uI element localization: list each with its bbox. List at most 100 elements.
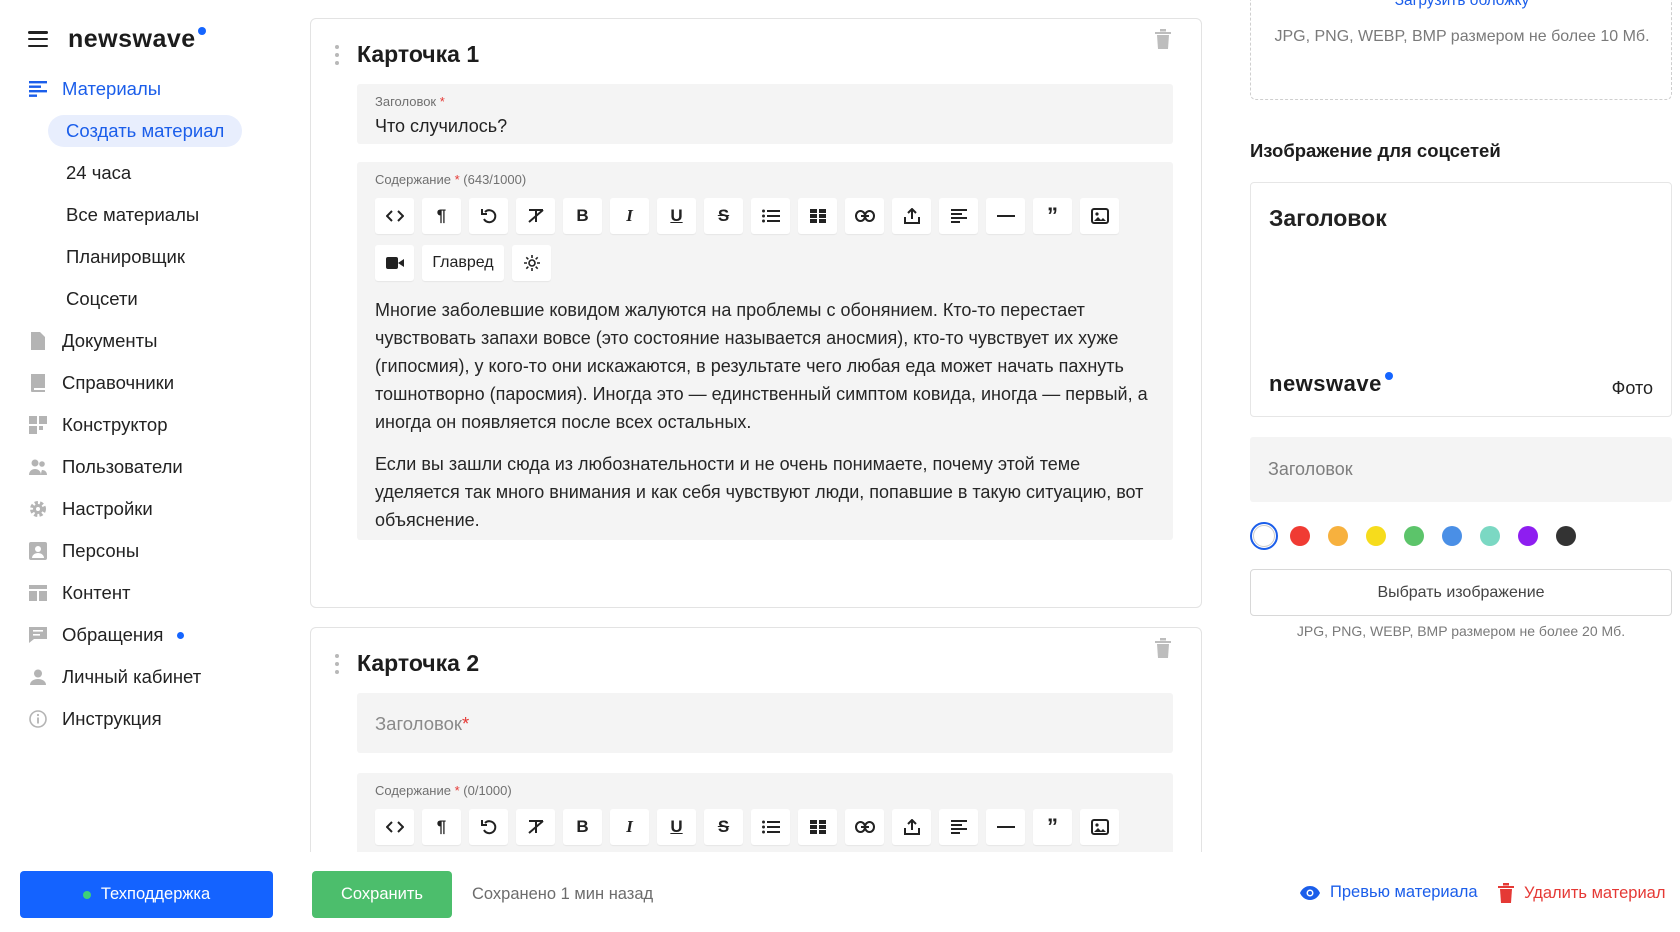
color-swatch[interactable] (1250, 522, 1278, 550)
align-left-icon[interactable] (939, 809, 978, 845)
color-swatch[interactable] (1480, 526, 1500, 546)
bullet-list-icon[interactable] (751, 198, 790, 234)
sidebar-item-label: Обращения (62, 624, 164, 645)
sidebar-item-persons[interactable]: Персоны (28, 530, 268, 572)
paragraph-icon[interactable]: ¶ (422, 809, 461, 845)
sidebar-item-settings[interactable]: Настройки (28, 488, 268, 530)
sun-icon[interactable] (512, 245, 551, 281)
sidebar-subitem-planner[interactable]: Планировщик (28, 236, 268, 278)
trash-icon (1498, 883, 1514, 903)
underline-icon[interactable]: U (657, 198, 696, 234)
sidebar-item-label: Личный кабинет (62, 666, 202, 687)
clear-format-icon[interactable] (516, 198, 555, 234)
logo-row: newswave (28, 24, 206, 54)
heading-field[interactable]: Заголовок* (357, 693, 1173, 753)
sidebar-subitem-all[interactable]: Все материалы (28, 194, 268, 236)
logo[interactable]: newswave (68, 25, 206, 54)
sidebar-subitem-social[interactable]: Соцсети (28, 278, 268, 320)
book-icon (28, 373, 48, 393)
bullet-list-icon[interactable] (751, 809, 790, 845)
bold-icon[interactable]: B (563, 809, 602, 845)
glavred-button[interactable]: Главред (422, 245, 504, 281)
sidebar-item-label: Конструктор (62, 414, 168, 435)
horizontal-rule-icon[interactable] (986, 198, 1025, 234)
editor-toolbar: ¶ B I U S ” (375, 809, 1145, 852)
content-body[interactable]: Многие заболевшие ковидом жалуются на пр… (375, 296, 1155, 548)
sidebar-item-documents[interactable]: Документы (28, 320, 268, 362)
color-swatch[interactable] (1290, 526, 1310, 546)
color-swatch[interactable] (1328, 526, 1348, 546)
undo-icon[interactable] (469, 809, 508, 845)
card-title: Карточка 2 (357, 650, 480, 676)
content-paragraph: Если вы зашли сюда из любознательности и… (375, 454, 1144, 530)
heading-value[interactable]: Что случилось? (375, 116, 507, 137)
color-swatches (1250, 522, 1576, 550)
social-heading-input[interactable]: Заголовок (1250, 437, 1672, 502)
support-button[interactable]: Техподдержка (20, 871, 273, 918)
italic-icon[interactable]: I (610, 198, 649, 234)
bold-icon[interactable]: B (563, 198, 602, 234)
sidebar-item-label: Настройки (62, 498, 153, 519)
document-icon (28, 331, 48, 351)
upload-cover-link[interactable]: Загрузить обложку (1251, 0, 1673, 10)
code-icon[interactable] (375, 198, 414, 234)
strikethrough-icon[interactable]: S (704, 809, 743, 845)
code-icon[interactable] (375, 809, 414, 845)
sidebar-item-references[interactable]: Справочники (28, 362, 268, 404)
sidebar-item-materials[interactable]: Материалы (28, 68, 268, 110)
image-icon[interactable] (1080, 809, 1119, 845)
trash-icon[interactable] (1155, 29, 1171, 49)
color-swatch[interactable] (1442, 526, 1462, 546)
grid-icon (28, 415, 48, 435)
paragraph-icon[interactable]: ¶ (422, 198, 461, 234)
eye-icon (1300, 885, 1320, 900)
color-swatch[interactable] (1404, 526, 1424, 546)
italic-icon[interactable]: I (610, 809, 649, 845)
online-status-dot (82, 890, 91, 899)
color-swatch[interactable] (1556, 526, 1576, 546)
sidebar-subitem-create[interactable]: Создать материал (28, 110, 268, 152)
notification-dot (177, 631, 185, 639)
table-icon[interactable] (798, 198, 837, 234)
align-left-icon[interactable] (939, 198, 978, 234)
link-icon[interactable] (845, 198, 884, 234)
drag-handle-icon[interactable] (335, 654, 339, 674)
underline-icon[interactable]: U (657, 809, 696, 845)
link-icon[interactable] (845, 809, 884, 845)
clear-format-icon[interactable] (516, 809, 555, 845)
color-swatch[interactable] (1518, 526, 1538, 546)
sidebar-item-instructions[interactable]: Инструкция (28, 698, 268, 740)
preview-photo-label: Фото (1611, 378, 1653, 398)
image-icon[interactable] (1080, 198, 1119, 234)
sidebar-item-requests[interactable]: Обращения (28, 614, 268, 656)
content-editor: Содержание * (0/1000) ¶ B I U S ” (357, 773, 1173, 852)
preview-material-button[interactable]: Превью материала (1300, 883, 1478, 902)
quote-icon[interactable]: ” (1033, 809, 1072, 845)
sidebar-subitem-24h[interactable]: 24 часа (28, 152, 268, 194)
table-icon[interactable] (798, 809, 837, 845)
choose-image-button[interactable]: Выбрать изображение (1250, 569, 1672, 616)
sidebar-item-users[interactable]: Пользователи (28, 446, 268, 488)
layout-icon (28, 583, 48, 603)
color-swatch[interactable] (1366, 526, 1386, 546)
sidebar-subitem-label: Планировщик (66, 246, 185, 267)
quote-icon[interactable]: ” (1033, 198, 1072, 234)
trash-icon[interactable] (1155, 638, 1171, 658)
sidebar-item-content[interactable]: Контент (28, 572, 268, 614)
menu-icon[interactable] (28, 31, 48, 47)
sidebar-item-account[interactable]: Личный кабинет (28, 656, 268, 698)
save-button[interactable]: Сохранить (312, 871, 452, 918)
upload-icon[interactable] (892, 809, 931, 845)
horizontal-rule-icon[interactable] (986, 809, 1025, 845)
placeholder-text: Заголовок (375, 713, 462, 734)
upload-icon[interactable] (892, 198, 931, 234)
sidebar-item-constructor[interactable]: Конструктор (28, 404, 268, 446)
undo-icon[interactable] (469, 198, 508, 234)
heading-field[interactable]: Заголовок * Что случилось? (357, 84, 1173, 144)
drag-handle-icon[interactable] (335, 45, 339, 65)
strikethrough-icon[interactable]: S (704, 198, 743, 234)
content-paragraph: Многие заболевшие ковидом жалуются на пр… (375, 300, 1148, 432)
delete-material-button[interactable]: Удалить материал (1498, 883, 1665, 903)
video-icon[interactable] (375, 245, 414, 281)
cover-upload-area[interactable]: Загрузить обложку JPG, PNG, WEBP, BMP ра… (1250, 0, 1672, 100)
